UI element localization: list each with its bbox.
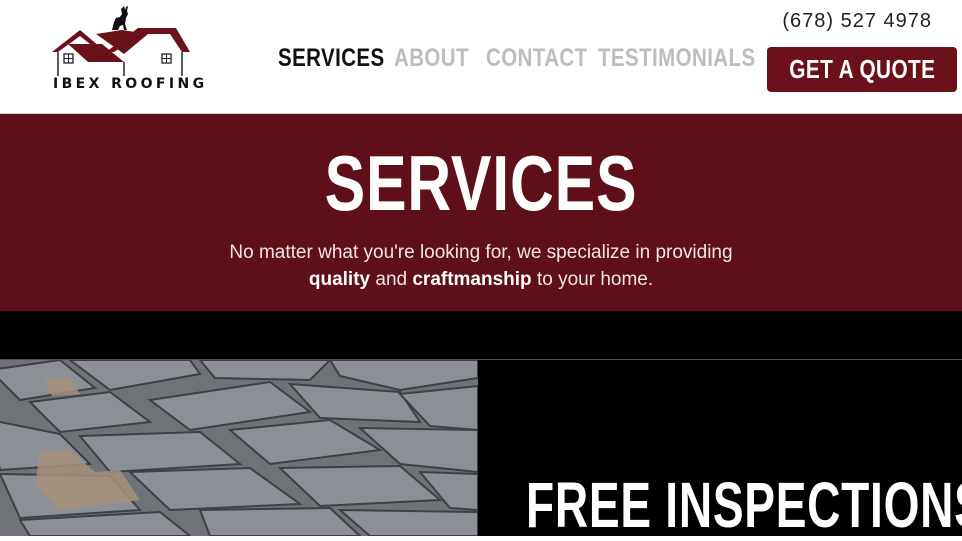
to-your-home-text: to your home.: [531, 269, 654, 290]
free-inspections-panel: FREE INSPECTIONS: [478, 360, 962, 540]
and-text: and: [370, 269, 413, 290]
banner-subtitle-line-2: quality and craftmanship to your home.: [0, 269, 962, 291]
nav-services[interactable]: SERVICES: [278, 44, 384, 73]
banner-subtitle-line-1: No matter what you're looking for, we sp…: [229, 242, 733, 263]
goat-on-house-roof-icon: [52, 6, 190, 76]
main-nav: SERVICES ABOUT CONTACT TESTIMONIALS: [278, 44, 790, 73]
site-header: IBEX ROOFING SERVICES ABOUT CONTACT TEST…: [0, 0, 962, 114]
roof-shingles-photo: [0, 360, 478, 536]
nav-about[interactable]: ABOUT: [394, 44, 469, 73]
free-inspections-heading: FREE INSPECTIONS: [526, 469, 962, 541]
services-banner: SERVICES No matter what you're looking f…: [0, 114, 962, 311]
section-spacer: [0, 311, 962, 359]
logo-text: IBEX ROOFING: [53, 76, 208, 92]
phone-number[interactable]: (678) 527 4978: [782, 10, 932, 33]
page-title: SERVICES: [324, 139, 638, 227]
get-a-quote-label: GET A QUOTE: [788, 54, 936, 84]
nav-testimonials[interactable]: TESTIMONIALS: [598, 44, 756, 73]
ibex-roofing-logo[interactable]: IBEX ROOFING: [50, 4, 204, 94]
get-a-quote-button[interactable]: GET A QUOTE: [767, 47, 957, 92]
quality-text: quality: [308, 269, 371, 290]
nav-contact[interactable]: CONTACT: [486, 44, 587, 73]
craftmanship-text: craftmanship: [412, 269, 532, 290]
